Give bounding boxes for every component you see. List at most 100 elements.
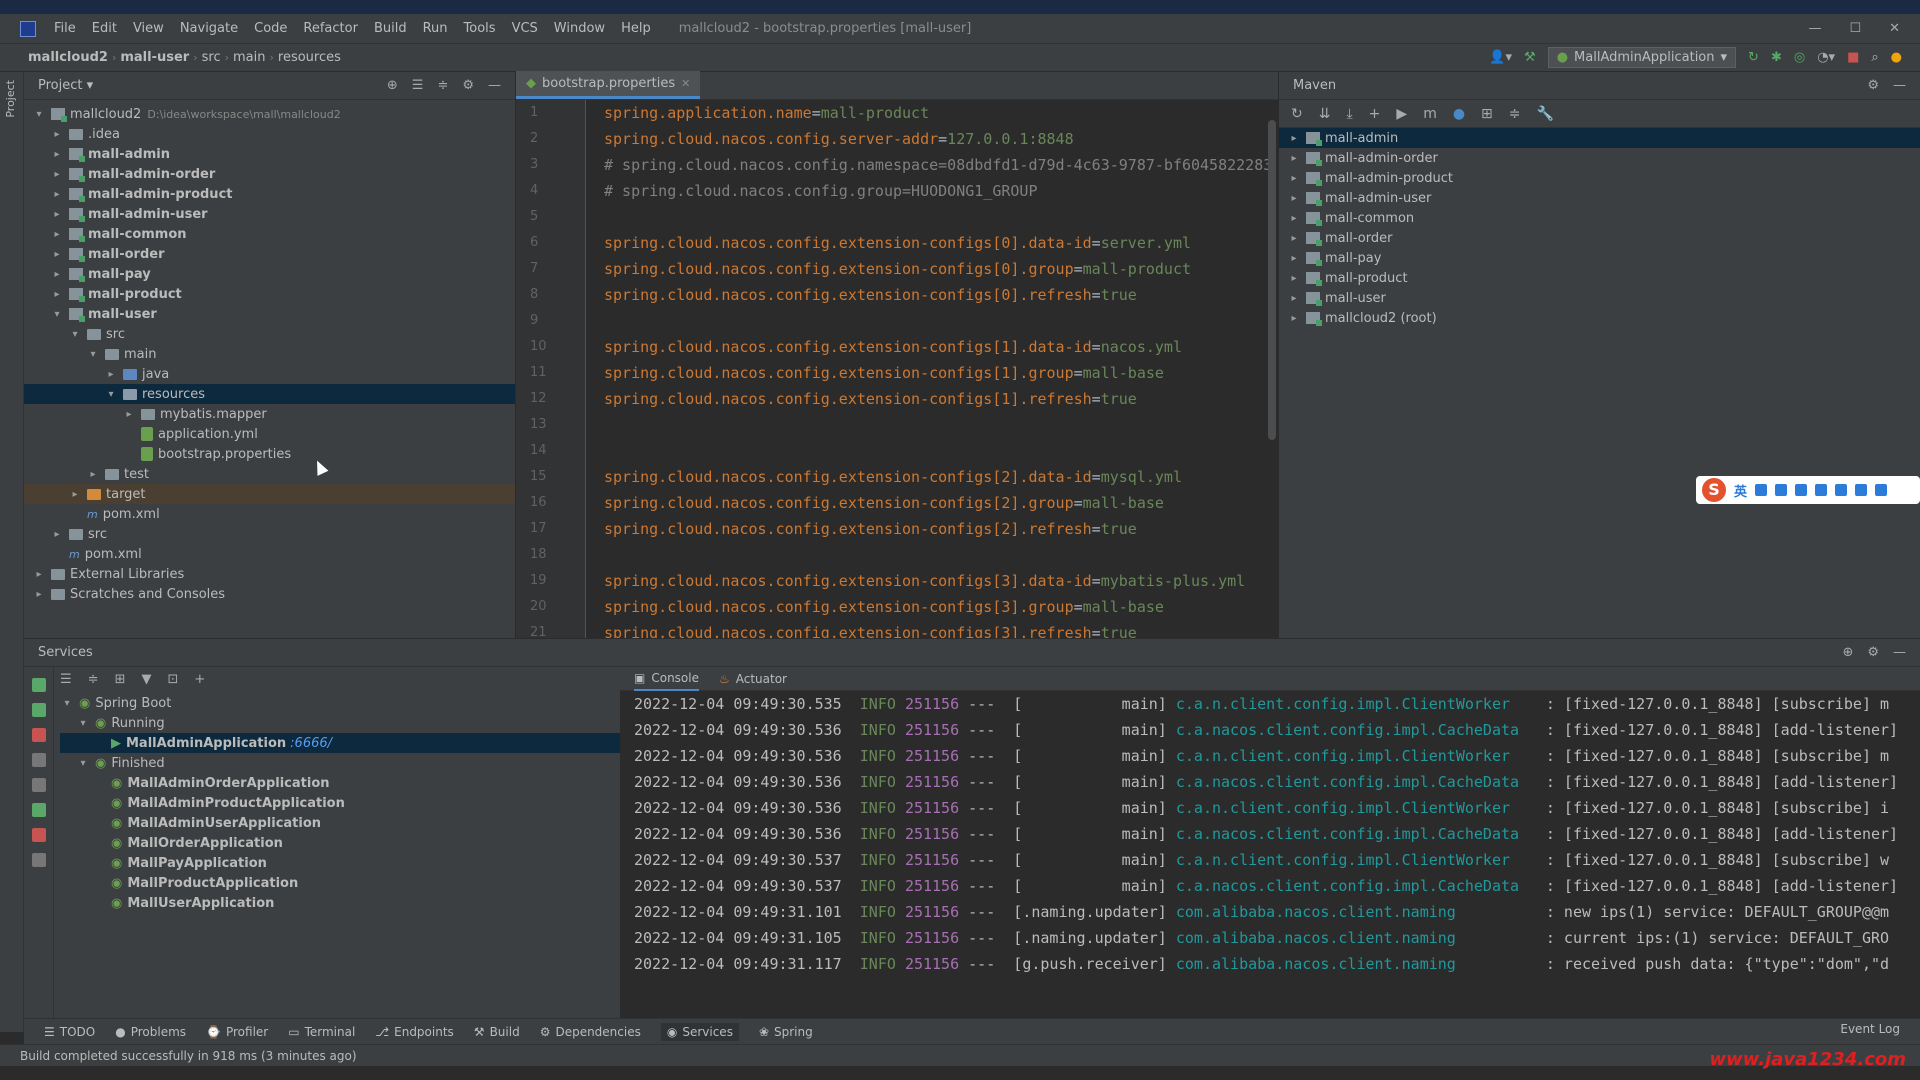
editor-scrollbar[interactable] <box>1268 120 1276 440</box>
ime-voice-icon[interactable] <box>1795 484 1808 496</box>
tree-row-test[interactable]: ▸ test <box>24 464 515 484</box>
collapsed-arrow-icon[interactable]: ▸ <box>1287 153 1301 164</box>
layout-icon[interactable] <box>32 853 46 867</box>
expanded-arrow-icon[interactable]: ▾ <box>32 109 46 120</box>
tree-row-java[interactable]: ▸ java <box>24 364 515 384</box>
menu-item-tools[interactable]: Tools <box>456 21 504 36</box>
coverage-icon[interactable]: ◎ <box>1794 50 1805 65</box>
rerun-icon[interactable] <box>32 678 46 692</box>
hide-panel-icon[interactable]: — <box>1893 645 1906 660</box>
collapsed-arrow-icon[interactable]: ▸ <box>68 489 82 500</box>
tree-row-target[interactable]: ▸ target <box>24 484 515 504</box>
service-mallpayapplication[interactable]: ◉ MallPayApplication <box>60 853 620 873</box>
breadcrumb-item[interactable]: mall-user <box>116 50 193 65</box>
hide-panel-icon[interactable]: — <box>1893 78 1906 93</box>
maven-item-mall-user[interactable]: ▸ mall-user <box>1279 288 1920 308</box>
close-tab-icon[interactable]: ✕ <box>681 77 690 90</box>
tree-row-mall-admin-user[interactable]: ▸ mall-admin-user <box>24 204 515 224</box>
tab-bootstrap-properties[interactable]: ◆ bootstrap.properties ✕ <box>516 71 701 99</box>
maven-item-mallcloud2-root-[interactable]: ▸ mallcloud2 (root) <box>1279 308 1920 328</box>
tree-row-mall-user[interactable]: ▾ mall-user <box>24 304 515 324</box>
tool-tab-spring[interactable]: ❀ Spring <box>759 1025 813 1039</box>
project-tool-tab[interactable]: Project <box>0 72 21 126</box>
tree-row-mall-pay[interactable]: ▸ mall-pay <box>24 264 515 284</box>
locate-icon[interactable]: ⊕ <box>387 78 398 93</box>
tree-row-bootstrap-properties[interactable]: bootstrap.properties <box>24 444 515 464</box>
user-icon[interactable]: 👤▾ <box>1489 50 1512 65</box>
tree-row-src[interactable]: ▾ src <box>24 324 515 344</box>
download-icon[interactable]: ⤓ <box>1346 106 1352 122</box>
ime-keyboard-icon[interactable] <box>1815 484 1828 496</box>
log-class[interactable]: c.a.nacos.client.config.impl.CacheData <box>1176 821 1546 847</box>
maven-item-mall-admin-order[interactable]: ▸ mall-admin-order <box>1279 148 1920 168</box>
collapsed-arrow-icon[interactable]: ▸ <box>1287 233 1301 244</box>
update-icon[interactable]: ● <box>1891 50 1902 65</box>
maven-item-mall-product[interactable]: ▸ mall-product <box>1279 268 1920 288</box>
ime-skin-icon[interactable] <box>1855 484 1868 496</box>
log-class[interactable]: c.a.n.client.config.impl.ClientWorker <box>1176 743 1546 769</box>
tree-row-mall-admin-product[interactable]: ▸ mall-admin-product <box>24 184 515 204</box>
reload-icon[interactable]: ↻ <box>1291 106 1303 122</box>
expanded-arrow-icon[interactable]: ▾ <box>76 718 90 729</box>
tree-row-mall-admin[interactable]: ▸ mall-admin <box>24 144 515 164</box>
exit-icon[interactable] <box>32 828 46 842</box>
log-class[interactable]: c.a.n.client.config.impl.ClientWorker <box>1176 691 1546 717</box>
menu-item-code[interactable]: Code <box>246 21 295 36</box>
ime-language[interactable]: 英 <box>1734 481 1747 500</box>
debug-icon[interactable]: ✱ <box>1771 50 1782 65</box>
collapse-icon[interactable]: ≑ <box>1509 106 1521 122</box>
collapse-all-icon[interactable]: ☰ <box>412 78 424 93</box>
log-class[interactable]: com.alibaba.nacos.client.naming <box>1176 951 1546 977</box>
collapsed-arrow-icon[interactable]: ▸ <box>50 189 64 200</box>
menu-item-refactor[interactable]: Refactor <box>295 21 366 36</box>
expand-all-icon[interactable]: ☰ <box>60 672 72 687</box>
minimize-icon[interactable]: — <box>1808 21 1821 36</box>
collapsed-arrow-icon[interactable]: ▸ <box>122 409 136 420</box>
run-icon[interactable] <box>32 803 46 817</box>
ime-user-icon[interactable] <box>1835 484 1848 496</box>
filter-icon[interactable]: ▼ <box>141 672 151 687</box>
tree-row-main[interactable]: ▾ main <box>24 344 515 364</box>
tab-actuator[interactable]: ♨ Actuator <box>719 672 787 686</box>
tree-row-application-yml[interactable]: application.yml <box>24 424 515 444</box>
project-panel-title[interactable]: Project <box>38 78 82 93</box>
collapsed-arrow-icon[interactable]: ▸ <box>1287 293 1301 304</box>
expanded-arrow-icon[interactable]: ▾ <box>86 349 100 360</box>
service-port-link[interactable]: :6666/ <box>290 736 332 751</box>
tool-tab-services[interactable]: ◉ Services <box>660 1022 739 1041</box>
tree-row-mall-order[interactable]: ▸ mall-order <box>24 244 515 264</box>
execute-goal-icon[interactable]: m <box>1423 106 1437 122</box>
generate-sources-icon[interactable]: ⇊ <box>1319 106 1331 122</box>
code-view[interactable]: 1 2 3 4 5 6 7 8 9 10 11 12 13 14 15 16 17 18 19 20 21 spring… <box>516 100 1278 638</box>
menu-item-edit[interactable]: Edit <box>84 21 125 36</box>
settings-gear-icon[interactable]: ⚙ <box>462 78 474 93</box>
console-output[interactable]: 2022-12-04 09:49:30.535 INFO 251156 --- … <box>620 691 1920 977</box>
tree-row-pom-xml[interactable]: m pom.xml <box>24 504 515 524</box>
hammer-icon[interactable]: ⚒ <box>1524 50 1536 65</box>
log-class[interactable]: c.a.n.client.config.impl.ClientWorker <box>1176 795 1546 821</box>
service-mallproductapplication[interactable]: ◉ MallProductApplication <box>60 873 620 893</box>
wrench-icon[interactable]: 🔧 <box>1537 106 1554 122</box>
log-class[interactable]: com.alibaba.nacos.client.naming <box>1176 899 1546 925</box>
maven-item-mall-admin[interactable]: ▸ mall-admin <box>1279 128 1920 148</box>
collapsed-arrow-icon[interactable]: ▸ <box>50 149 64 160</box>
skip-tests-icon[interactable]: ⊞ <box>1481 106 1493 122</box>
breadcrumb-item[interactable]: src <box>198 50 225 65</box>
menu-item-window[interactable]: Window <box>546 21 613 36</box>
breadcrumb-item[interactable]: main <box>229 50 269 65</box>
settings-gear-icon[interactable]: ⚙ <box>1867 645 1879 660</box>
collapsed-arrow-icon[interactable]: ▸ <box>50 249 64 260</box>
expanded-arrow-icon[interactable]: ▾ <box>68 329 82 340</box>
tool-tab-problems[interactable]: ● Problems <box>115 1025 186 1039</box>
log-class[interactable]: c.a.nacos.client.config.impl.CacheData <box>1176 873 1546 899</box>
tab-console[interactable]: ▣ Console <box>634 667 699 691</box>
breadcrumb-item[interactable]: mallcloud2 <box>24 50 112 65</box>
service-malladminapplication[interactable]: ▶ MallAdminApplication:6666/ <box>60 733 620 753</box>
service-malladminproductapplication[interactable]: ◉ MallAdminProductApplication <box>60 793 620 813</box>
collapsed-arrow-icon[interactable]: ▸ <box>104 369 118 380</box>
tree-row-mallcloud2[interactable]: ▾ mallcloud2 D:\idea\workspace\mall\mallcl… <box>24 104 515 124</box>
collapsed-arrow-icon[interactable]: ▸ <box>32 589 46 600</box>
rerun-icon[interactable]: ↻ <box>1748 50 1759 65</box>
log-class[interactable]: com.alibaba.nacos.client.naming <box>1176 925 1546 951</box>
tree-row-external-libraries[interactable]: ▸ External Libraries <box>24 564 515 584</box>
